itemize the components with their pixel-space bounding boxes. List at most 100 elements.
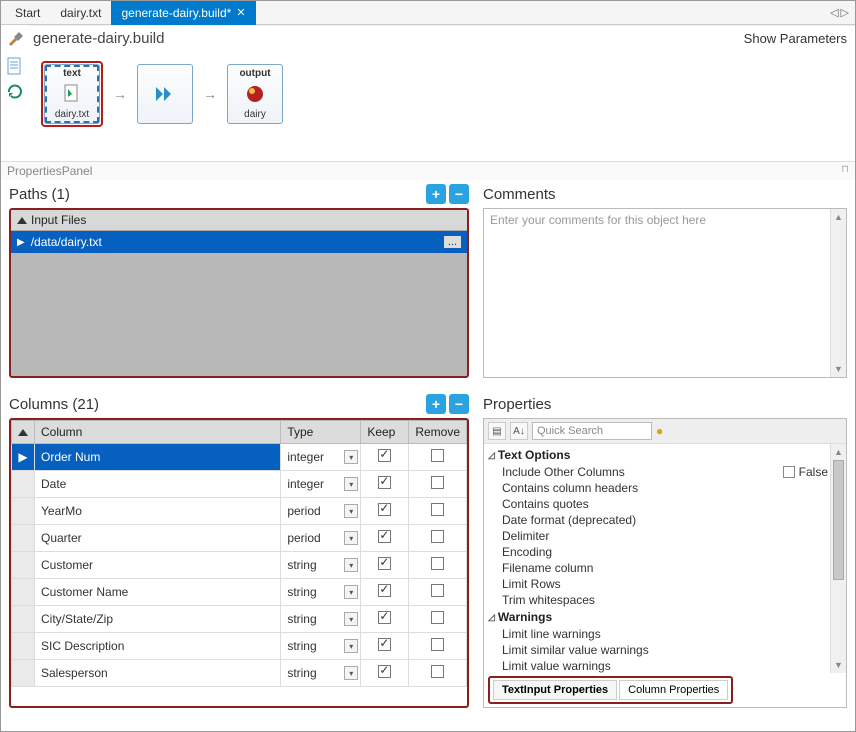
scroll-up-icon[interactable]: ▲ — [831, 444, 846, 460]
dropdown-icon[interactable]: ▾ — [344, 504, 358, 518]
prop-trim-ws[interactable]: Trim whitespaces — [488, 592, 846, 608]
node-transform[interactable] — [137, 64, 193, 124]
table-row[interactable]: YearMo period▾ — [12, 498, 467, 525]
keep-checkbox[interactable] — [378, 503, 391, 516]
close-icon[interactable]: ✕ — [236, 6, 245, 19]
remove-checkbox[interactable] — [431, 503, 444, 516]
prop-limit-similar-warnings[interactable]: Limit similar value warnings — [488, 642, 846, 658]
tab-nav-left-icon[interactable]: ◁ — [830, 6, 838, 19]
add-path-button[interactable]: + — [426, 184, 446, 204]
col-header-column[interactable]: Column — [35, 421, 281, 444]
table-row[interactable]: Salesperson string▾ — [12, 660, 467, 687]
comments-panel[interactable]: Enter your comments for this object here… — [483, 208, 847, 378]
sort-az-icon[interactable]: A↓ — [510, 422, 528, 440]
prop-date-format[interactable]: Date format (deprecated) — [488, 512, 846, 528]
document-icon[interactable] — [6, 57, 24, 75]
prop-delimiter[interactable]: Delimiter — [488, 528, 846, 544]
keep-checkbox[interactable] — [378, 530, 391, 543]
add-column-button[interactable]: + — [426, 394, 446, 414]
cell-name[interactable]: Customer Name — [35, 579, 281, 606]
checkbox-icon[interactable] — [783, 466, 795, 478]
scroll-down-icon[interactable]: ▼ — [831, 657, 846, 673]
scroll-up-icon[interactable]: ▲ — [831, 209, 846, 225]
pipeline-canvas[interactable]: text dairy.txt → → output — [29, 51, 855, 161]
dropdown-icon[interactable]: ▾ — [344, 558, 358, 572]
collapse-icon[interactable]: ◿ — [488, 612, 495, 623]
prop-include-other[interactable]: Include Other ColumnsFalse — [488, 464, 846, 480]
remove-checkbox[interactable] — [431, 557, 444, 570]
tab-dairy[interactable]: dairy.txt — [50, 1, 111, 25]
prop-encoding[interactable]: Encoding — [488, 544, 846, 560]
tab-start[interactable]: Start — [5, 1, 50, 25]
remove-checkbox[interactable] — [431, 530, 444, 543]
dropdown-icon[interactable]: ▾ — [344, 531, 358, 545]
table-row[interactable]: SIC Description string▾ — [12, 633, 467, 660]
group-text-options[interactable]: ◿Text Options — [488, 446, 846, 464]
keep-checkbox[interactable] — [378, 665, 391, 678]
keep-checkbox[interactable] — [378, 449, 391, 462]
prop-contains-headers[interactable]: Contains column headers — [488, 480, 846, 496]
table-row[interactable]: City/State/Zip string▾ — [12, 606, 467, 633]
dropdown-icon[interactable]: ▾ — [344, 639, 358, 653]
tab-column-properties[interactable]: Column Properties — [619, 680, 728, 700]
scroll-down-icon[interactable]: ▼ — [831, 361, 846, 377]
cell-name[interactable]: Salesperson — [35, 660, 281, 687]
cell-name[interactable]: YearMo — [35, 498, 281, 525]
table-row[interactable]: Customer Name string▾ — [12, 579, 467, 606]
tab-nav-right-icon[interactable]: ▷ — [841, 6, 849, 19]
path-row[interactable]: ▶ /data/dairy.txt ... — [11, 231, 467, 253]
tab-generate-dairy[interactable]: generate-dairy.build*✕ — [111, 1, 255, 25]
prop-filename-column[interactable]: Filename column — [488, 560, 846, 576]
remove-checkbox[interactable] — [431, 665, 444, 678]
remove-checkbox[interactable] — [431, 611, 444, 624]
dropdown-icon[interactable]: ▾ — [344, 585, 358, 599]
table-row[interactable]: Quarter period▾ — [12, 525, 467, 552]
group-warnings[interactable]: ◿Warnings — [488, 608, 846, 626]
col-header-remove[interactable]: Remove — [409, 421, 467, 444]
scrollbar[interactable]: ▲ ▼ — [830, 209, 846, 377]
cell-type[interactable]: string▾ — [281, 579, 361, 606]
scroll-thumb[interactable] — [833, 460, 844, 580]
corner-cell[interactable] — [12, 421, 35, 444]
remove-checkbox[interactable] — [431, 476, 444, 489]
cell-name[interactable]: SIC Description — [35, 633, 281, 660]
dropdown-icon[interactable]: ▾ — [344, 477, 358, 491]
quick-search-input[interactable]: Quick Search — [532, 422, 652, 440]
row-handle[interactable]: ▶ — [12, 444, 35, 471]
cell-type[interactable]: string▾ — [281, 552, 361, 579]
cell-name[interactable]: Order Num — [35, 444, 281, 471]
remove-checkbox[interactable] — [431, 638, 444, 651]
col-header-keep[interactable]: Keep — [361, 421, 409, 444]
cell-name[interactable]: Date — [35, 471, 281, 498]
keep-checkbox[interactable] — [378, 584, 391, 597]
remove-column-button[interactable]: − — [449, 394, 469, 414]
node-output[interactable]: output dairy — [227, 64, 283, 124]
keep-checkbox[interactable] — [378, 611, 391, 624]
dropdown-icon[interactable]: ▾ — [344, 612, 358, 626]
table-row[interactable]: Date integer▾ — [12, 471, 467, 498]
remove-checkbox[interactable] — [431, 449, 444, 462]
pin-icon[interactable]: ⊓ — [841, 164, 849, 178]
collapse-icon[interactable]: ◿ — [488, 450, 495, 461]
browse-button[interactable]: ... — [444, 236, 461, 248]
cell-name[interactable]: City/State/Zip — [35, 606, 281, 633]
remove-checkbox[interactable] — [431, 584, 444, 597]
dropdown-icon[interactable]: ▾ — [344, 450, 358, 464]
categorized-icon[interactable]: ▤ — [488, 422, 506, 440]
cell-type[interactable]: string▾ — [281, 660, 361, 687]
cell-type[interactable]: period▾ — [281, 525, 361, 552]
tab-textinput-properties[interactable]: TextInput Properties — [493, 680, 617, 700]
refresh-icon[interactable] — [6, 83, 24, 101]
cell-type[interactable]: integer▾ — [281, 444, 361, 471]
table-row[interactable]: Customer string▾ — [12, 552, 467, 579]
cell-type[interactable]: string▾ — [281, 633, 361, 660]
keep-checkbox[interactable] — [378, 557, 391, 570]
prop-contains-quotes[interactable]: Contains quotes — [488, 496, 846, 512]
table-row[interactable]: ▶ Order Num integer▾ — [12, 444, 467, 471]
remove-path-button[interactable]: − — [449, 184, 469, 204]
show-parameters-link[interactable]: Show Parameters — [744, 31, 847, 46]
cell-type[interactable]: integer▾ — [281, 471, 361, 498]
prop-limit-line-warnings[interactable]: Limit line warnings — [488, 626, 846, 642]
cell-type[interactable]: period▾ — [281, 498, 361, 525]
node-text-input[interactable]: text dairy.txt — [44, 64, 100, 124]
